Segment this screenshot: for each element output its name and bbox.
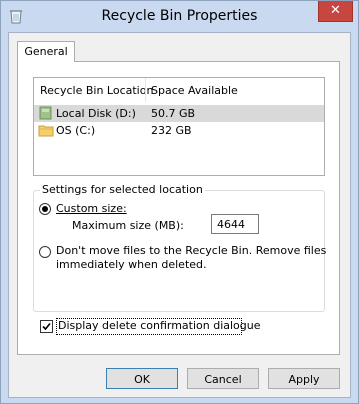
dialog-window: Recycle Bin Properties ✕ General Recycle… bbox=[0, 0, 359, 404]
confirm-delete-checkbox[interactable] bbox=[40, 320, 53, 333]
custom-size-label[interactable]: Custom size: bbox=[56, 202, 127, 215]
drive-icon bbox=[38, 106, 54, 120]
location-cell: Local Disk (D:) bbox=[56, 107, 136, 120]
radio-selected-dot bbox=[42, 206, 48, 212]
max-size-label: Maximum size (MB): bbox=[72, 219, 184, 232]
title-bar[interactable]: Recycle Bin Properties ✕ bbox=[1, 1, 358, 32]
folder-icon bbox=[38, 123, 54, 137]
settings-group: Settings for selected location Custom si… bbox=[33, 183, 326, 312]
apply-button[interactable]: Apply bbox=[268, 368, 340, 389]
window-title: Recycle Bin Properties bbox=[101, 8, 258, 24]
custom-size-radio[interactable] bbox=[39, 203, 51, 215]
location-cell: OS (C:) bbox=[56, 124, 96, 137]
ok-button[interactable]: OK bbox=[106, 368, 178, 389]
column-header-space[interactable]: Space Available bbox=[151, 84, 238, 97]
list-item[interactable]: OS (C:) 232 GB bbox=[34, 122, 324, 139]
dont-move-label-line2[interactable]: immediately when deleted. bbox=[56, 258, 207, 271]
location-list[interactable]: Recycle Bin Location Space Available Loc… bbox=[33, 77, 325, 176]
max-size-input[interactable]: 4644 bbox=[211, 214, 259, 234]
list-header: Recycle Bin Location Space Available bbox=[34, 78, 324, 102]
confirm-delete-label[interactable]: Display delete confirmation dialogue bbox=[58, 319, 261, 332]
dont-move-radio[interactable] bbox=[39, 246, 51, 258]
close-button[interactable]: ✕ bbox=[318, 1, 353, 22]
space-cell: 232 GB bbox=[151, 124, 192, 137]
column-separator[interactable] bbox=[145, 78, 146, 102]
custom-size-label-text: Custom size: bbox=[56, 202, 127, 215]
space-cell: 50.7 GB bbox=[151, 107, 196, 120]
tab-general[interactable]: General bbox=[17, 41, 75, 62]
cancel-button[interactable]: Cancel bbox=[187, 368, 259, 389]
column-header-location[interactable]: Recycle Bin Location bbox=[40, 84, 153, 97]
settings-group-label: Settings for selected location bbox=[40, 183, 205, 196]
dont-move-label-line1[interactable]: Don't move files to the Recycle Bin. Rem… bbox=[56, 244, 326, 257]
dialog-client-area: General Recycle Bin Location Space Avail… bbox=[8, 32, 351, 398]
list-item[interactable]: Local Disk (D:) 50.7 GB bbox=[34, 105, 324, 122]
general-tab-panel: Recycle Bin Location Space Available Loc… bbox=[17, 61, 340, 355]
checkmark-icon bbox=[42, 322, 51, 331]
